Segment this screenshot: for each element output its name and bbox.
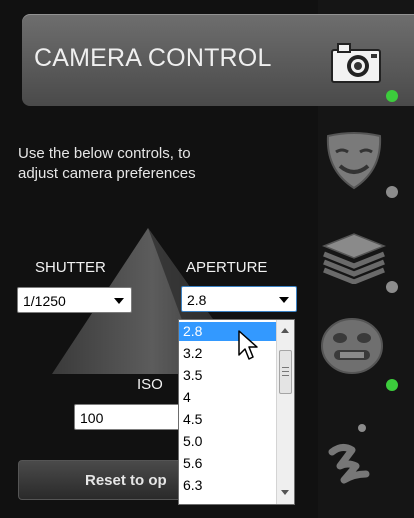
masks-icon[interactable] <box>322 130 386 194</box>
grip-line <box>282 375 289 376</box>
grip-line <box>282 367 289 368</box>
iso-label: ISO <box>137 376 163 393</box>
instructions-text: Use the below controls, to adjust camera… <box>18 144 298 184</box>
shutter-value: 1/1250 <box>23 293 66 309</box>
camera-icon[interactable] <box>330 40 382 84</box>
aperture-option[interactable]: 4 <box>179 388 277 407</box>
aperture-option[interactable]: 4.5 <box>179 410 277 429</box>
status-dot <box>386 90 398 102</box>
layers-icon[interactable] <box>320 232 388 284</box>
status-dot <box>386 186 398 198</box>
iso-value: 100 <box>80 410 104 426</box>
iso-select[interactable]: 100 <box>74 404 184 430</box>
aperture-option[interactable]: 3.5 <box>179 366 277 385</box>
aperture-label: APERTURE <box>186 259 268 276</box>
chevron-down-icon <box>114 298 124 304</box>
shutter-label: SHUTTER <box>35 259 106 276</box>
page-title: CAMERA CONTROL <box>34 44 272 72</box>
instructions-line-1: Use the below controls, to <box>18 145 191 162</box>
reset-button-label: Reset to op <box>85 472 167 489</box>
chevron-down-icon <box>279 297 289 303</box>
aperture-option[interactable]: 5.0 <box>179 432 277 451</box>
aperture-select[interactable]: 2.8 <box>181 286 297 312</box>
instructions-line-2: adjust camera preferences <box>18 165 196 182</box>
list-scrollbar[interactable] <box>276 320 294 504</box>
status-dot <box>358 424 366 432</box>
status-dot <box>386 379 398 391</box>
scroll-up-icon[interactable] <box>281 328 289 333</box>
face-icon[interactable] <box>320 316 384 376</box>
status-dot <box>386 281 398 293</box>
camera-control-app: CAMERA CONTROL Use the below controls, t… <box>0 0 414 518</box>
brush-icon[interactable] <box>326 440 374 484</box>
aperture-option[interactable]: 6.3 <box>179 476 277 495</box>
mouse-cursor-icon <box>238 330 258 360</box>
aperture-value: 2.8 <box>187 292 207 308</box>
scroll-thumb[interactable] <box>279 350 292 394</box>
grip-line <box>282 371 289 372</box>
shutter-select[interactable]: 1/1250 <box>17 287 132 313</box>
scroll-down-icon[interactable] <box>281 490 289 495</box>
aperture-option[interactable]: 5.6 <box>179 454 277 473</box>
